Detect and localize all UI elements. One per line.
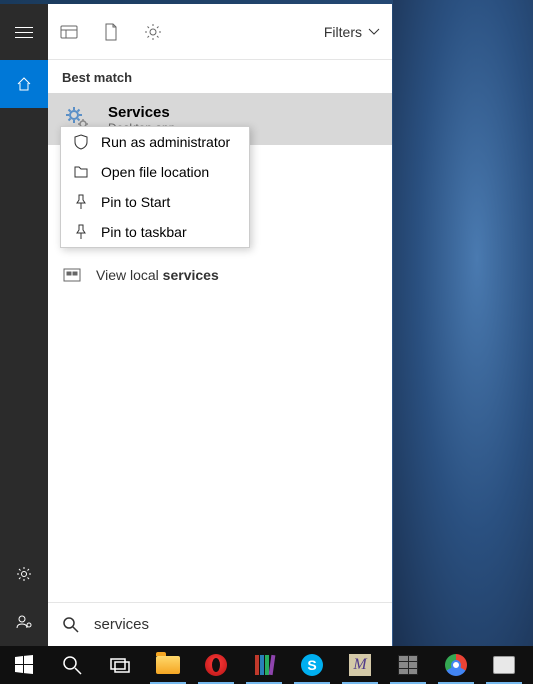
apps-filter-icon[interactable] bbox=[60, 23, 78, 41]
taskbar-search[interactable] bbox=[48, 646, 96, 684]
taskbar-books-app[interactable] bbox=[240, 646, 288, 684]
chrome-icon bbox=[445, 654, 467, 676]
folder-icon bbox=[73, 164, 89, 180]
taskbar-app[interactable] bbox=[480, 646, 528, 684]
hamburger-button[interactable] bbox=[0, 4, 48, 60]
shield-icon bbox=[73, 134, 89, 150]
opera-icon bbox=[205, 654, 227, 676]
m-icon: M bbox=[349, 654, 371, 676]
filters-dropdown[interactable]: Filters bbox=[324, 24, 380, 40]
left-rail bbox=[0, 4, 48, 646]
gear-icon bbox=[16, 566, 32, 582]
app-icon bbox=[493, 656, 515, 674]
best-match-header: Best match bbox=[48, 60, 392, 93]
ctx-open-file-location[interactable]: Open file location bbox=[61, 157, 249, 187]
settings-rail-button[interactable] bbox=[0, 550, 48, 598]
context-menu: Run as administrator Open file location … bbox=[60, 126, 250, 248]
chevron-down-icon bbox=[368, 28, 380, 36]
desktop-background bbox=[393, 0, 533, 646]
ctx-label: Open file location bbox=[101, 164, 209, 180]
search-box[interactable] bbox=[48, 602, 392, 646]
search-icon bbox=[61, 654, 83, 676]
search-main-column: Filters Best match Services Desktop app … bbox=[48, 4, 392, 646]
taskbar-m-app[interactable]: M bbox=[336, 646, 384, 684]
search-input[interactable] bbox=[94, 616, 378, 633]
home-icon bbox=[16, 76, 32, 92]
skype-icon: S bbox=[301, 654, 323, 676]
folder-icon bbox=[156, 656, 180, 674]
documents-filter-icon[interactable] bbox=[102, 23, 120, 41]
taskbar-calculator[interactable] bbox=[384, 646, 432, 684]
search-icon bbox=[62, 616, 80, 634]
taskbar-file-explorer[interactable] bbox=[144, 646, 192, 684]
result-line-text: View local services bbox=[96, 267, 219, 283]
taskbar-taskview[interactable] bbox=[96, 646, 144, 684]
component-services-icon bbox=[62, 265, 82, 285]
person-icon bbox=[16, 614, 32, 630]
pin-icon bbox=[73, 224, 89, 240]
top-filter-bar: Filters bbox=[48, 4, 392, 60]
taskbar-opera[interactable] bbox=[192, 646, 240, 684]
ctx-run-as-admin[interactable]: Run as administrator bbox=[61, 127, 249, 157]
result-title: Services bbox=[108, 104, 175, 121]
filters-label: Filters bbox=[324, 24, 362, 40]
start-button[interactable] bbox=[0, 646, 48, 684]
windows-icon bbox=[13, 654, 35, 676]
ctx-pin-to-start[interactable]: Pin to Start bbox=[61, 187, 249, 217]
result-view-local-services[interactable]: View local services bbox=[48, 257, 392, 293]
task-view-icon bbox=[109, 654, 131, 676]
taskbar-chrome[interactable] bbox=[432, 646, 480, 684]
ctx-label: Pin to taskbar bbox=[101, 224, 187, 240]
taskbar-skype[interactable]: S bbox=[288, 646, 336, 684]
calculator-icon bbox=[398, 655, 418, 675]
books-icon bbox=[255, 655, 274, 675]
pin-icon bbox=[73, 194, 89, 210]
home-rail-button[interactable] bbox=[0, 60, 48, 108]
ctx-label: Pin to Start bbox=[101, 194, 170, 210]
settings-filter-icon[interactable] bbox=[144, 23, 162, 41]
feedback-rail-button[interactable] bbox=[0, 598, 48, 646]
search-panel: Filters Best match Services Desktop app … bbox=[0, 4, 392, 646]
taskbar: S M bbox=[0, 646, 533, 684]
ctx-label: Run as administrator bbox=[101, 134, 230, 150]
ctx-pin-to-taskbar[interactable]: Pin to taskbar bbox=[61, 217, 249, 247]
